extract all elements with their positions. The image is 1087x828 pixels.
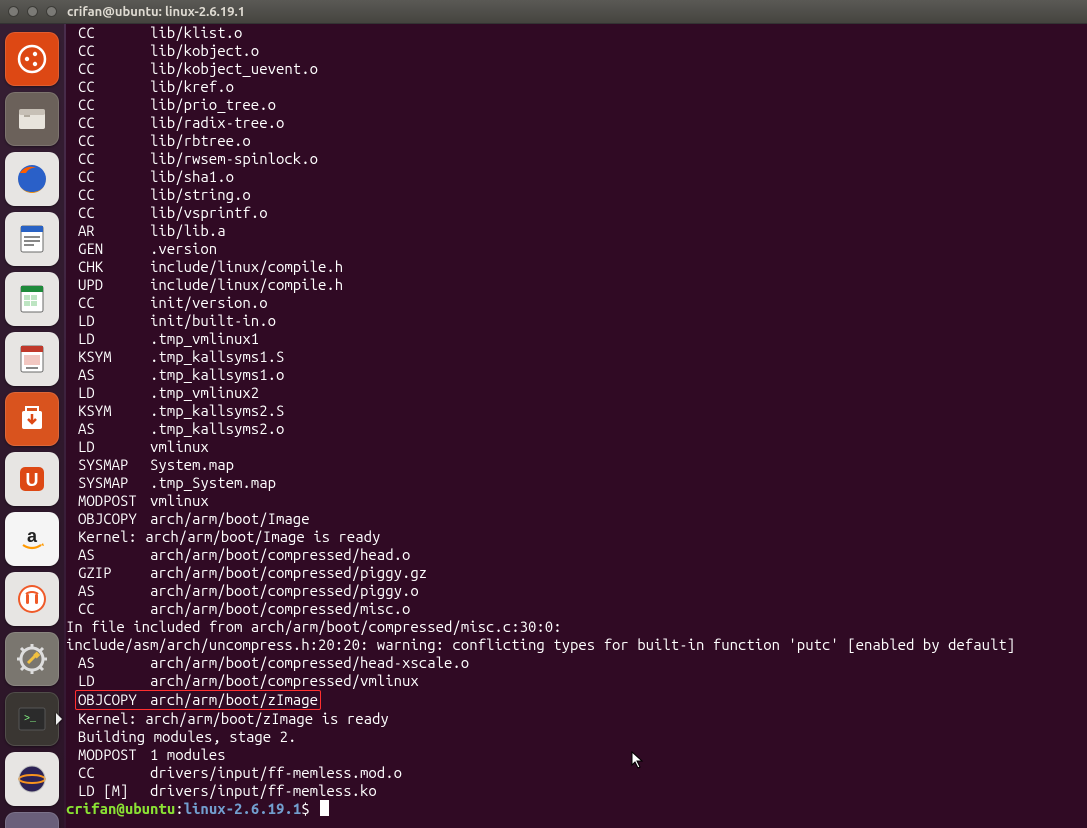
launcher-firefox[interactable] (5, 152, 59, 206)
launcher-eclipse[interactable] (5, 752, 59, 806)
terminal-line: ASarch/arm/boot/compressed/head-xscale.o (66, 654, 1087, 672)
terminal-line: KSYM.tmp_kallsyms2.S (66, 402, 1087, 420)
terminal-line: In file included from arch/arm/boot/comp… (66, 618, 1087, 636)
terminal-line: CClib/sha1.o (66, 168, 1087, 186)
terminal-line: LD [M]drivers/input/ff-memless.ko (66, 782, 1087, 800)
terminal-line: MODPOST1 modules (66, 746, 1087, 764)
svg-text:U: U (26, 470, 39, 490)
terminal-line: LDvmlinux (66, 438, 1087, 456)
terminal-line: LD.tmp_vmlinux1 (66, 330, 1087, 348)
terminal-line: ARlib/lib.a (66, 222, 1087, 240)
terminal-line: CClib/string.o (66, 186, 1087, 204)
terminal-line: GEN.version (66, 240, 1087, 258)
terminal-line: SYSMAPSystem.map (66, 456, 1087, 474)
terminal-line: ASarch/arm/boot/compressed/head.o (66, 546, 1087, 564)
terminal-line: AS.tmp_kallsyms2.o (66, 420, 1087, 438)
terminal-line: UPDinclude/linux/compile.h (66, 276, 1087, 294)
terminal-line: AS.tmp_kallsyms1.o (66, 366, 1087, 384)
launcher-calc[interactable] (5, 272, 59, 326)
desktop: Ua>_ CClib/klist.oCClib/kobject.oCClib/k… (0, 24, 1087, 828)
launcher-software[interactable] (5, 392, 59, 446)
terminal-line: CClib/klist.o (66, 24, 1087, 42)
terminal-cursor-icon (320, 800, 329, 816)
terminal-window[interactable]: CClib/klist.oCClib/kobject.oCClib/kobjec… (66, 24, 1087, 828)
launcher-terminal[interactable]: >_ (5, 692, 59, 746)
launcher-ubuntuone[interactable]: U (5, 452, 59, 506)
terminal-line: LD.tmp_vmlinux2 (66, 384, 1087, 402)
unity-launcher[interactable]: Ua >_ (0, 24, 64, 828)
maximize-icon[interactable] (46, 6, 57, 17)
terminal-line: include/asm/arch/uncompress.h:20:20: war… (66, 636, 1087, 654)
launcher-impress[interactable] (5, 332, 59, 386)
terminal-line: Kernel: arch/arm/boot/Image is ready (66, 528, 1087, 546)
window-titlebar: crifan@ubuntu: linux-2.6.19.1 (0, 0, 1087, 24)
window-title: crifan@ubuntu: linux-2.6.19.1 (67, 5, 245, 19)
terminal-line: KSYM.tmp_kallsyms1.S (66, 348, 1087, 366)
terminal-line: LDarch/arm/boot/compressed/vmlinux (66, 672, 1087, 690)
terminal-line: SYSMAP.tmp_System.map (66, 474, 1087, 492)
terminal-line: CClib/vsprintf.o (66, 204, 1087, 222)
launcher-dash[interactable] (5, 32, 59, 86)
terminal-line: CClib/kobject.o (66, 42, 1087, 60)
terminal-line: CClib/rwsem-spinlock.o (66, 150, 1087, 168)
close-icon[interactable] (8, 6, 19, 17)
terminal-line: CClib/kobject_uevent.o (66, 60, 1087, 78)
minimize-icon[interactable] (27, 6, 38, 17)
launcher-amazon[interactable]: a (5, 512, 59, 566)
terminal-prompt[interactable]: crifan@ubuntu:linux-2.6.19.1$ (66, 800, 1087, 818)
launcher-settings[interactable] (5, 632, 59, 686)
terminal-line: CClib/kref.o (66, 78, 1087, 96)
window-buttons[interactable] (8, 6, 57, 17)
terminal-line: OBJCOPYarch/arm/boot/Image (66, 510, 1087, 528)
launcher-desktop[interactable] (5, 812, 59, 828)
terminal-line: Kernel: arch/arm/boot/zImage is ready (66, 710, 1087, 728)
svg-text:>_: >_ (24, 714, 37, 725)
terminal-line: MODPOSTvmlinux (66, 492, 1087, 510)
launcher-rhythmbox[interactable] (5, 572, 59, 626)
launcher-active-indicator-icon (56, 713, 62, 725)
launcher-files[interactable] (5, 92, 59, 146)
terminal-line: GZIParch/arm/boot/compressed/piggy.gz (66, 564, 1087, 582)
terminal-line: CClib/prio_tree.o (66, 96, 1087, 114)
launcher-writer[interactable] (5, 212, 59, 266)
terminal-line: CClib/rbtree.o (66, 132, 1087, 150)
svg-text:a: a (27, 526, 38, 546)
terminal-line: CHKinclude/linux/compile.h (66, 258, 1087, 276)
terminal-line-highlighted: OBJCOPYarch/arm/boot/zImage (66, 690, 1087, 710)
terminal-line: ASarch/arm/boot/compressed/piggy.o (66, 582, 1087, 600)
terminal-line: Building modules, stage 2. (66, 728, 1087, 746)
terminal-line: CCdrivers/input/ff-memless.mod.o (66, 764, 1087, 782)
terminal-line: CCarch/arm/boot/compressed/misc.o (66, 600, 1087, 618)
terminal-line: CClib/radix-tree.o (66, 114, 1087, 132)
terminal-line: CCinit/version.o (66, 294, 1087, 312)
terminal-line: LDinit/built-in.o (66, 312, 1087, 330)
